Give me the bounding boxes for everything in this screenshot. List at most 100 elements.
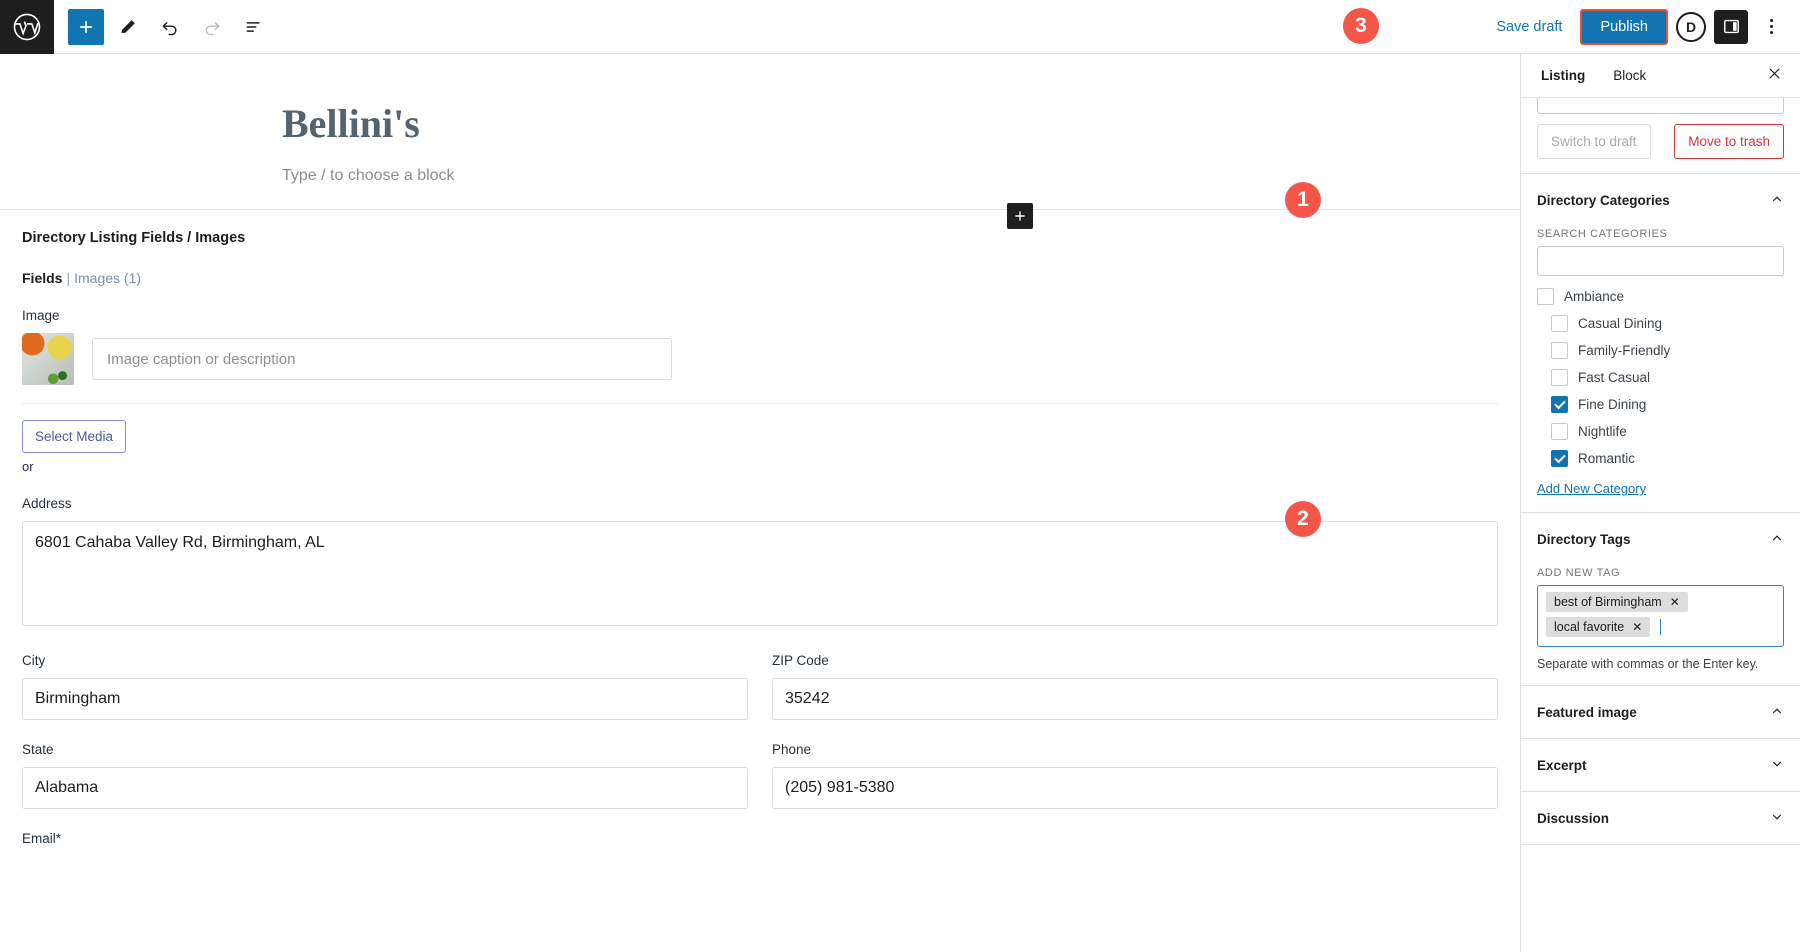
text-cursor <box>1660 619 1662 635</box>
chevron-up-icon[interactable] <box>1770 192 1784 208</box>
image-section-divider <box>22 403 1498 404</box>
category-item[interactable]: Nightlife <box>1537 423 1784 440</box>
chevron-up-icon[interactable] <box>1770 531 1784 547</box>
editor-body: Bellini's Type / to choose a block Direc… <box>0 54 1800 952</box>
directory-categories-header[interactable]: Directory Categories <box>1537 188 1784 212</box>
add-block-button[interactable] <box>68 8 104 45</box>
save-draft-button[interactable]: Save draft <box>1486 13 1572 41</box>
address-textarea[interactable] <box>22 521 1498 626</box>
excerpt-title: Excerpt <box>1537 757 1587 773</box>
move-to-trash-button[interactable]: Move to trash <box>1674 124 1784 159</box>
add-new-category-link[interactable]: Add New Category <box>1537 481 1646 496</box>
undo-arrow-icon[interactable] <box>152 9 188 45</box>
category-checkbox[interactable] <box>1551 450 1568 467</box>
wordpress-editor: Save draft Publish D Bellini's Type / to… <box>0 0 1800 952</box>
state-input[interactable] <box>22 767 748 809</box>
directory-categories-title: Directory Categories <box>1537 192 1670 208</box>
page-title[interactable]: Bellini's <box>282 54 1520 147</box>
switch-to-draft-button[interactable]: Switch to draft <box>1537 124 1651 159</box>
status-select[interactable] <box>1537 98 1784 114</box>
directory-listing-meta-box: Directory Listing Fields / Images <box>0 210 1520 246</box>
state-label: State <box>22 742 54 757</box>
block-inserter-button[interactable] <box>1007 203 1033 229</box>
step-badge-2: 2 <box>1285 501 1321 537</box>
phone-label: Phone <box>772 742 812 757</box>
tag-chip[interactable]: best of Birmingham ✕ <box>1546 592 1688 612</box>
tab-images[interactable]: Images (1) <box>74 270 141 286</box>
category-checkbox[interactable] <box>1537 288 1554 305</box>
tab-fields[interactable]: Fields <box>22 270 62 286</box>
category-label: Nightlife <box>1578 424 1627 439</box>
step-badge-3: 3 <box>1343 8 1379 44</box>
category-label: Fine Dining <box>1578 397 1647 412</box>
category-item[interactable]: Family-Friendly <box>1537 342 1784 359</box>
status-actions: Switch to draft Move to trash <box>1537 124 1784 159</box>
image-caption-input[interactable] <box>92 338 672 380</box>
chevron-down-icon[interactable] <box>1770 757 1784 773</box>
category-checkbox[interactable] <box>1551 342 1568 359</box>
category-label: Family-Friendly <box>1578 343 1671 358</box>
category-checkbox[interactable] <box>1551 396 1568 413</box>
publish-button[interactable]: Publish <box>1580 8 1668 45</box>
zip-input[interactable] <box>772 678 1498 720</box>
empty-block-placeholder[interactable]: Type / to choose a block <box>282 167 1520 185</box>
chevron-down-icon[interactable] <box>1770 810 1784 826</box>
tab-listing[interactable]: Listing <box>1527 68 1599 83</box>
directory-tags-title: Directory Tags <box>1537 531 1631 547</box>
tag-chip[interactable]: local favorite ✕ <box>1546 617 1651 637</box>
state-field: State <box>22 720 748 809</box>
settings-sidebar: Listing Block Status Switch to draft M <box>1520 54 1800 952</box>
category-item[interactable]: Fast Casual <box>1537 369 1784 386</box>
kebab-menu-icon[interactable] <box>1756 9 1786 45</box>
city-label: City <box>22 653 46 668</box>
redo-arrow-icon[interactable] <box>194 9 230 45</box>
list-view-icon[interactable] <box>236 9 272 45</box>
tag-chip-row: local favorite ✕ <box>1546 617 1662 637</box>
tags-input-box[interactable]: best of Birmingham ✕ local favorite ✕ <box>1537 585 1784 647</box>
featured-image-header[interactable]: Featured image <box>1537 700 1784 724</box>
image-field-row <box>22 333 1498 385</box>
zip-field: ZIP Code <box>772 631 1498 720</box>
settings-sidebar-toggle[interactable] <box>1714 9 1748 44</box>
discussion-panel: Discussion <box>1521 792 1800 845</box>
excerpt-header[interactable]: Excerpt <box>1537 753 1784 777</box>
directory-categories-panel: Directory Categories SEARCH CATEGORIES A… <box>1521 174 1800 513</box>
add-new-tag-label: ADD NEW TAG <box>1537 567 1621 579</box>
close-x-icon[interactable]: ✕ <box>1632 620 1642 634</box>
tab-block[interactable]: Block <box>1599 68 1660 83</box>
discussion-title: Discussion <box>1537 810 1610 826</box>
search-categories-input[interactable] <box>1537 246 1784 276</box>
category-checkbox[interactable] <box>1551 315 1568 332</box>
category-item[interactable]: Fine Dining <box>1537 396 1784 413</box>
sidebar-scroll-area[interactable]: Status Switch to draft Move to trash Dir… <box>1521 98 1800 952</box>
status-panel: Status Switch to draft Move to trash <box>1521 98 1800 174</box>
chevron-up-icon[interactable] <box>1770 704 1784 720</box>
directory-tags-panel: Directory Tags ADD NEW TAG best of Birmi… <box>1521 513 1800 686</box>
discussion-header[interactable]: Discussion <box>1537 806 1784 830</box>
city-input[interactable] <box>22 678 748 720</box>
category-label: Romantic <box>1578 451 1636 466</box>
select-media-button[interactable]: Select Media <box>22 420 127 453</box>
excerpt-panel: Excerpt <box>1521 739 1800 792</box>
tags-hint-text: Separate with commas or the Enter key. <box>1537 657 1759 671</box>
divi-logo-icon[interactable]: D <box>1676 11 1706 42</box>
editor-tools <box>54 0 272 53</box>
state-phone-row: State Phone <box>22 720 1498 809</box>
pencil-icon[interactable] <box>110 9 146 45</box>
close-icon[interactable] <box>1755 66 1794 86</box>
category-item[interactable]: Casual Dining <box>1537 315 1784 332</box>
featured-image-title: Featured image <box>1537 704 1637 720</box>
close-x-icon[interactable]: ✕ <box>1670 595 1680 609</box>
directory-tags-header[interactable]: Directory Tags <box>1537 527 1784 551</box>
category-checkbox[interactable] <box>1551 369 1568 386</box>
step-badge-1: 1 <box>1285 182 1321 218</box>
wordpress-logo-icon[interactable] <box>0 0 54 54</box>
sidebar-tabs: Listing Block <box>1521 54 1800 98</box>
listing-fields-form: Image Select Media or Address City ZI <box>0 308 1520 846</box>
phone-input[interactable] <box>772 767 1498 809</box>
food-photo-thumbnail[interactable] <box>22 333 74 385</box>
category-item[interactable]: Ambiance <box>1537 288 1784 305</box>
top-bar-actions: Save draft Publish D <box>1486 0 1800 53</box>
category-item[interactable]: Romantic <box>1537 450 1784 467</box>
category-checkbox[interactable] <box>1551 423 1568 440</box>
